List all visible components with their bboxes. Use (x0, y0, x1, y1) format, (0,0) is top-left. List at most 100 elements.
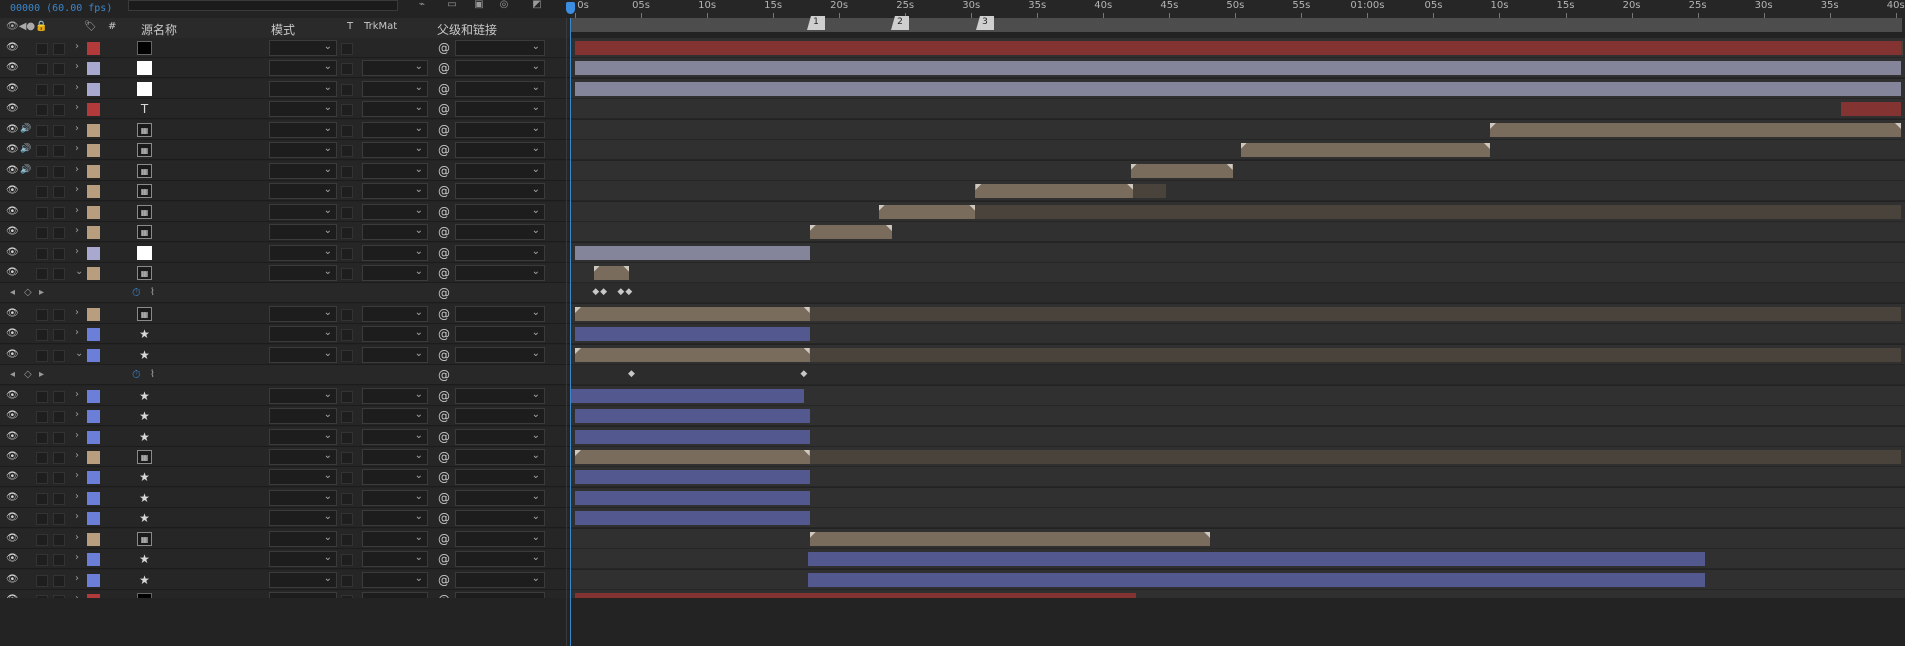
layer-timeline-track[interactable] (571, 181, 1905, 201)
preserve-transparency-toggle[interactable] (341, 309, 353, 321)
blend-mode-select[interactable]: ⌄ (269, 326, 337, 342)
layer-timeline-track[interactable] (571, 549, 1905, 569)
lock-toggle[interactable] (53, 268, 65, 280)
preserve-transparency-toggle[interactable] (341, 472, 353, 484)
preserve-transparency-toggle[interactable] (341, 329, 353, 341)
track-matte-select[interactable]: ⌄ (362, 142, 428, 158)
label-color-swatch[interactable] (87, 226, 100, 239)
expand-twirl-icon[interactable]: › (75, 389, 79, 400)
label-color-swatch[interactable] (87, 62, 100, 75)
label-color-swatch[interactable] (87, 533, 100, 546)
previous-keyframe-icon[interactable]: ◂ (10, 287, 15, 298)
blend-mode-select[interactable]: ⌄ (269, 265, 337, 281)
collapse-twirl-icon[interactable]: ⌄ (75, 266, 83, 277)
next-keyframe-icon[interactable]: ▸ (39, 369, 44, 380)
visibility-eye-icon[interactable]: 👁 (6, 226, 19, 237)
parent-pickwhip-icon[interactable]: @ (438, 409, 450, 423)
frame-blending-icon[interactable]: ◎ (497, 0, 511, 10)
visibility-eye-icon[interactable]: 👁 (6, 431, 19, 442)
keyframe-diamond-icon[interactable]: ◆ (625, 288, 633, 297)
lock-toggle[interactable] (53, 125, 65, 137)
parent-pickwhip-icon[interactable]: @ (438, 307, 450, 321)
solo-toggle[interactable] (36, 513, 48, 525)
blend-mode-select[interactable]: ⌄ (269, 347, 337, 363)
layer-timeline-track[interactable] (571, 99, 1905, 119)
solo-toggle[interactable] (36, 554, 48, 566)
layer-row[interactable]: 👁 ⌄ ▦ ⌄ ⌄ @ ⌄ (0, 263, 1905, 283)
preserve-transparency-toggle[interactable] (341, 145, 353, 157)
parent-select[interactable]: ⌄ (455, 101, 545, 117)
layer-timeline-track[interactable] (571, 488, 1905, 508)
keyframe-diamond-icon[interactable]: ◆ (600, 288, 608, 297)
blend-mode-select[interactable]: ⌄ (269, 469, 337, 485)
blend-mode-select[interactable]: ⌄ (269, 388, 337, 404)
layer-row[interactable]: 👁 › ⌄ ⌄ @ ⌄ (0, 243, 1905, 263)
parent-pickwhip-icon[interactable]: @ (438, 246, 450, 260)
layer-timeline-track[interactable] (569, 386, 1905, 406)
parent-pickwhip-icon[interactable]: @ (438, 450, 450, 464)
lock-toggle[interactable] (53, 63, 65, 75)
keyframe-diamond-icon[interactable]: ◆ (617, 288, 625, 297)
track-matte-select[interactable]: ⌄ (362, 347, 428, 363)
layer-duration-bar[interactable] (575, 327, 810, 341)
layer-duration-bar[interactable] (975, 205, 1901, 219)
track-matte-select[interactable]: ⌄ (362, 101, 428, 117)
lock-toggle[interactable] (53, 391, 65, 403)
track-matte-select[interactable]: ⌄ (362, 81, 428, 97)
solo-toggle[interactable] (36, 329, 48, 341)
parent-pickwhip-icon[interactable]: @ (438, 123, 450, 137)
expand-twirl-icon[interactable]: › (75, 225, 79, 236)
visibility-eye-icon[interactable]: 👁 (6, 574, 19, 585)
preserve-transparency-toggle[interactable] (341, 432, 353, 444)
parent-select[interactable]: ⌄ (455, 572, 545, 588)
next-keyframe-icon[interactable]: ▸ (39, 287, 44, 298)
visibility-eye-icon[interactable]: 👁 (6, 267, 19, 278)
visibility-eye-icon[interactable]: 👁 (6, 42, 19, 53)
parent-pickwhip-icon[interactable]: @ (438, 389, 450, 403)
blend-mode-select[interactable]: ⌄ (269, 449, 337, 465)
track-matte-select[interactable]: ⌄ (362, 531, 428, 547)
time-ruler[interactable]: 0s 05s 10s 15s 20s 25s 30s 35s 40s 45s 50s 55s 01:00… (571, 0, 1905, 32)
layer-duration-bar[interactable] (575, 491, 810, 505)
preserve-transparency-toggle[interactable] (341, 207, 353, 219)
layer-duration-bar[interactable] (575, 430, 810, 444)
layer-timeline-track[interactable] (571, 79, 1905, 99)
expand-twirl-icon[interactable]: › (75, 205, 79, 216)
parent-pickwhip-icon[interactable]: @ (438, 41, 450, 55)
lock-toggle[interactable] (53, 534, 65, 546)
parent-pickwhip-icon[interactable]: @ (438, 430, 450, 444)
layer-timeline-track[interactable] (571, 202, 1905, 222)
blend-mode-select[interactable]: ⌄ (269, 408, 337, 424)
layer-row[interactable]: 👁 › ⌄ @ ⌄ (0, 38, 1905, 58)
label-color-swatch[interactable] (87, 574, 100, 587)
graph-icon[interactable]: ⌇ (150, 369, 155, 380)
add-keyframe-icon[interactable]: ◇ (24, 287, 32, 298)
blend-mode-select[interactable]: ⌄ (269, 531, 337, 547)
solo-toggle[interactable] (36, 43, 48, 55)
layer-row[interactable]: 👁 › ★ ⌄ ⌄ @ ⌄ (0, 467, 1905, 487)
layer-timeline-track[interactable] (571, 58, 1905, 78)
layer-timeline-track[interactable] (571, 345, 1905, 365)
preserve-transparency-toggle[interactable] (341, 268, 353, 280)
label-color-swatch[interactable] (87, 471, 100, 484)
visibility-eye-icon[interactable]: 👁 (6, 410, 19, 421)
layer-row[interactable]: 👁 🔊 › ▦ ⌄ ⌄ @ ⌄ (0, 120, 1905, 140)
parent-link-header[interactable]: 父级和链接 (437, 21, 497, 38)
preserve-transparency-toggle[interactable] (341, 104, 353, 116)
preserve-transparency-toggle[interactable] (341, 43, 353, 55)
layer-duration-bar[interactable] (808, 573, 1705, 587)
layer-duration-bar[interactable] (575, 61, 1901, 75)
layer-timeline-track[interactable]: ◆ ◆ ◆ ◆ (571, 283, 1905, 303)
expand-twirl-icon[interactable]: › (75, 123, 79, 134)
parent-select[interactable]: ⌄ (455, 347, 545, 363)
track-matte-select[interactable]: ⌄ (362, 469, 428, 485)
lock-toggle[interactable] (53, 309, 65, 321)
expand-twirl-icon[interactable]: › (75, 164, 79, 175)
label-color-swatch[interactable] (87, 247, 100, 260)
expand-twirl-icon[interactable]: › (75, 573, 79, 584)
solo-toggle[interactable] (36, 432, 48, 444)
track-matte-select[interactable]: ⌄ (362, 245, 428, 261)
track-matte-select[interactable]: ⌄ (362, 510, 428, 526)
visibility-eye-icon[interactable]: 👁 (6, 185, 19, 196)
visibility-eye-icon[interactable]: 👁 (6, 247, 19, 258)
